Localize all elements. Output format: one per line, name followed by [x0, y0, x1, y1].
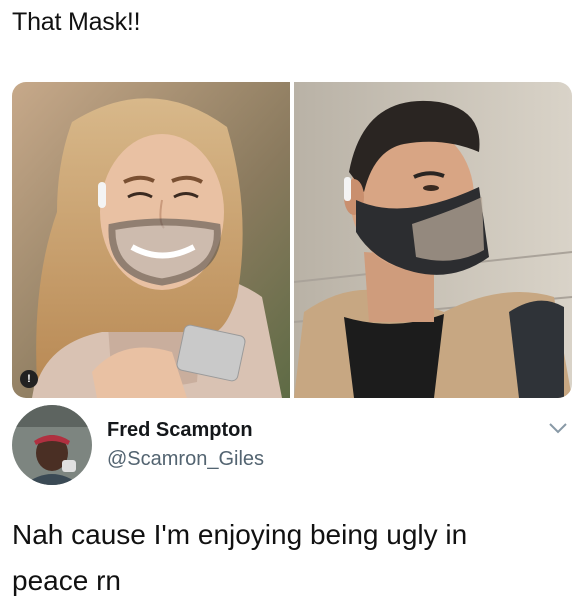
- tweet-header: Fred Scampton @Scamron_Giles: [12, 405, 572, 485]
- man-illustration: [294, 82, 572, 398]
- photo-woman-mask[interactable]: !: [12, 82, 290, 398]
- avatar-photo: [12, 405, 92, 485]
- tweet-text-line-2: peace rn: [12, 565, 121, 596]
- tweet-text-line-1: Nah cause I'm enjoying being ugly in: [12, 519, 468, 550]
- tweet-text: Nah cause I'm enjoying being ugly in pea…: [12, 512, 572, 604]
- author-name[interactable]: Fred Scampton: [107, 419, 253, 442]
- avatar[interactable]: [12, 405, 92, 485]
- meme-post: That Mask!! ! Fred Scampton @Scamron_Gil…: [0, 0, 582, 604]
- alert-icon: !: [20, 370, 38, 388]
- photo-grid[interactable]: !: [12, 82, 572, 398]
- author-handle[interactable]: @Scamron_Giles: [107, 448, 264, 471]
- post-caption: That Mask!!: [12, 8, 141, 36]
- chevron-down-icon[interactable]: [548, 421, 568, 435]
- woman-illustration: [12, 82, 290, 398]
- photo-man-mask[interactable]: [294, 82, 572, 398]
